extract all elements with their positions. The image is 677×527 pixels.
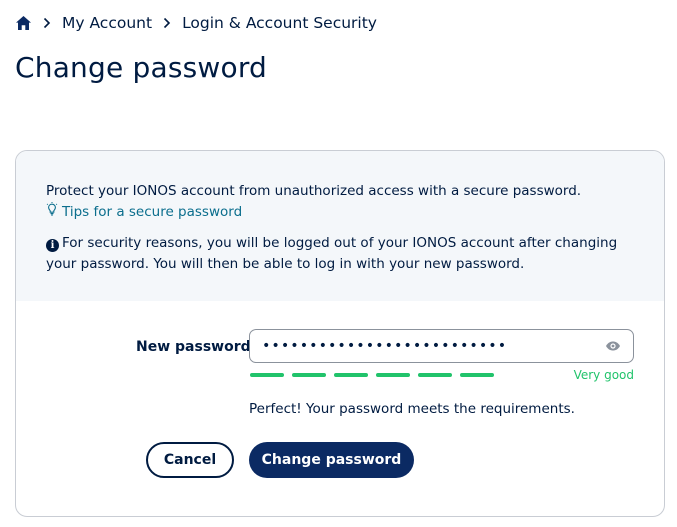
requirements-message: Perfect! Your password meets the require… (249, 401, 575, 417)
new-password-input[interactable] (262, 338, 605, 354)
tips-link[interactable]: Tips for a secure password (46, 202, 242, 223)
info-panel: Protect your IONOS account from unauthor… (16, 151, 664, 301)
breadcrumb-login-security[interactable]: Login & Account Security (182, 14, 377, 32)
change-password-button[interactable]: Change password (249, 442, 414, 478)
logout-notice-text: For security reasons, you will be logged… (46, 235, 618, 272)
info-icon: i (46, 239, 59, 252)
chevron-right-icon (160, 16, 174, 30)
strength-segment (460, 373, 494, 377)
home-icon[interactable] (14, 14, 32, 32)
strength-segment (376, 373, 410, 377)
cancel-button[interactable]: Cancel (146, 442, 234, 478)
chevron-right-icon (40, 16, 54, 30)
new-password-label: New password (136, 339, 251, 355)
password-strength-meter (250, 373, 494, 377)
page-title: Change password (15, 51, 268, 84)
strength-segment (418, 373, 452, 377)
strength-segment (250, 373, 284, 377)
lightbulb-icon (46, 202, 58, 223)
eye-icon[interactable] (605, 338, 621, 354)
change-password-card: Protect your IONOS account from unauthor… (15, 150, 665, 517)
breadcrumb-my-account[interactable]: My Account (62, 14, 152, 32)
password-form: New password Very good Perfect! Your pas… (16, 301, 664, 516)
tips-link-label: Tips for a secure password (62, 204, 243, 220)
breadcrumb: My Account Login & Account Security (14, 12, 377, 34)
intro-text: Protect your IONOS account from unauthor… (46, 183, 582, 199)
logout-notice: i For security reasons, you will be logge… (46, 233, 634, 275)
new-password-field[interactable] (249, 329, 634, 363)
strength-segment (334, 373, 368, 377)
strength-label: Very good (573, 368, 634, 382)
strength-segment (292, 373, 326, 377)
